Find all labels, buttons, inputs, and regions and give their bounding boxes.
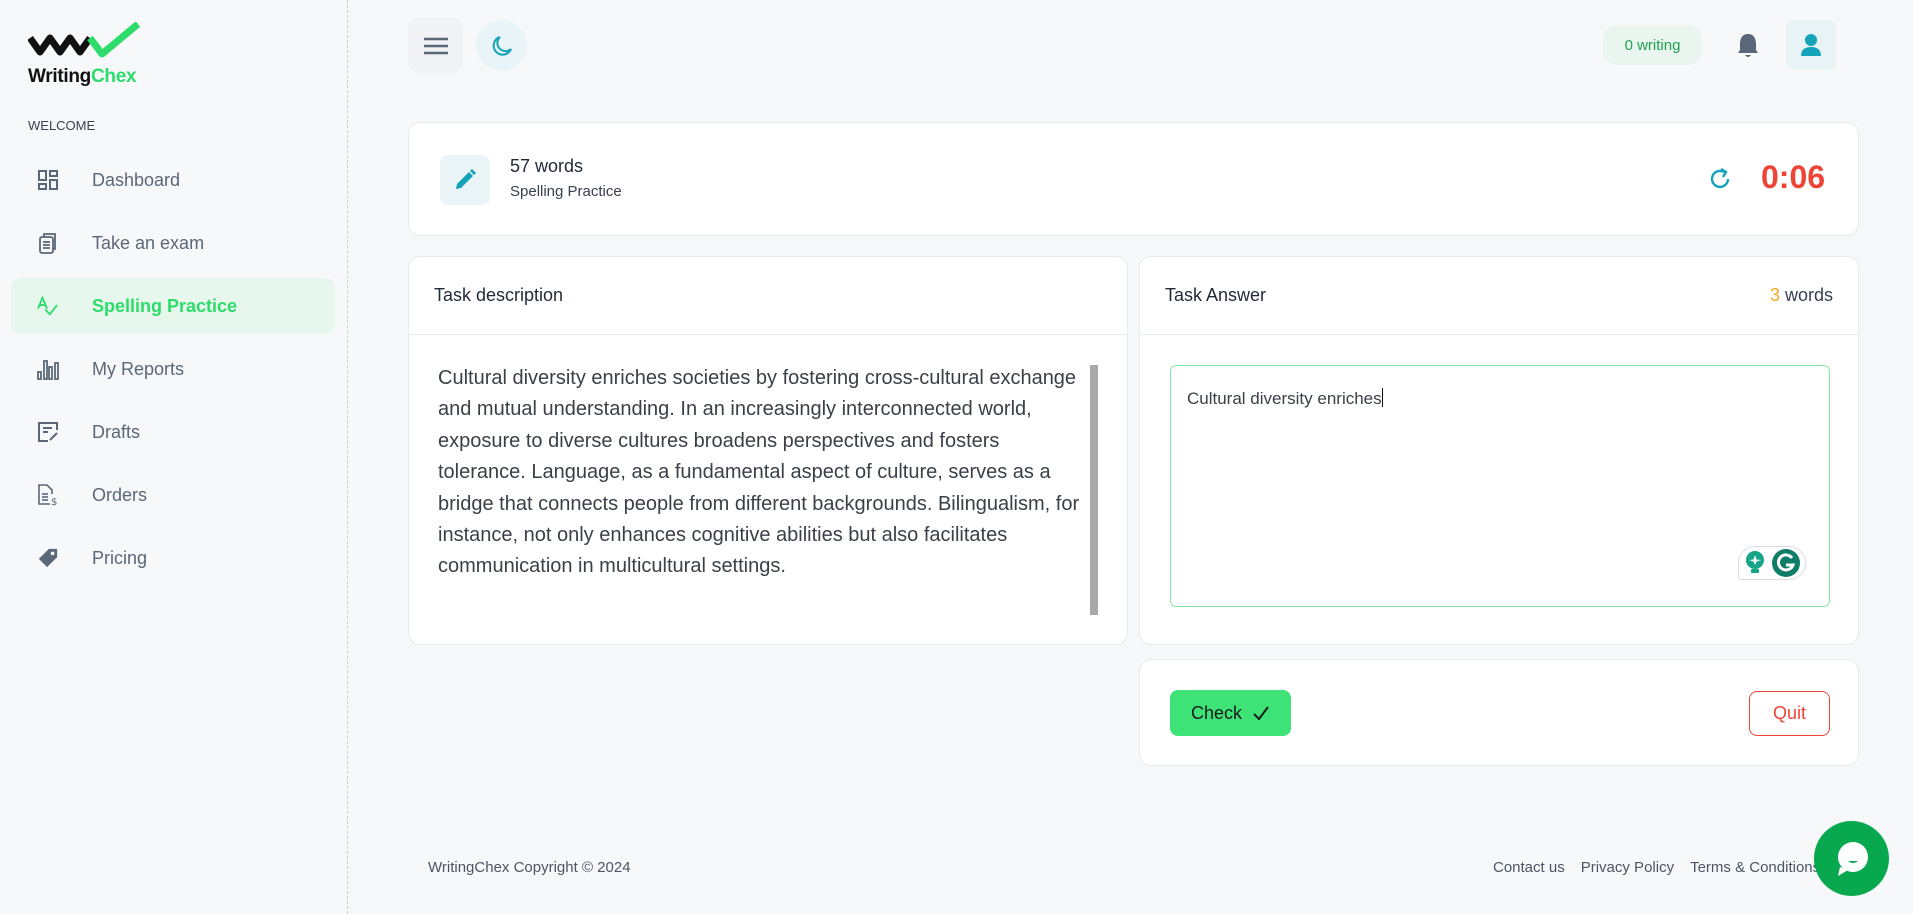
task-answer-title: Task Answer (1165, 285, 1267, 305)
spellcheck-icon (37, 295, 59, 317)
word-target: 57 words (510, 156, 584, 176)
check-button-label: Check (1190, 702, 1243, 723)
theme-toggle-button[interactable] (476, 20, 527, 71)
sidebar-nav: Dashboard Take an exam Spelling Practice… (11, 152, 335, 593)
menu-toggle-button[interactable] (408, 18, 463, 73)
sidebar-item-label: Dashboard (92, 169, 181, 190)
checkmark-icon (1253, 706, 1269, 721)
task-description-card: Task description Cultural diversity enri… (408, 256, 1128, 645)
pencil-icon (456, 169, 476, 189)
footer-link-contact[interactable]: Contact us (1493, 859, 1565, 876)
task-description-title: Task description (434, 285, 564, 305)
moon-icon (492, 35, 512, 56)
quit-button[interactable]: Quit (1749, 691, 1830, 736)
task-description-text: Cultural diversity enriches societies by… (438, 367, 1080, 578)
sidebar-item-pricing[interactable]: Pricing (11, 530, 335, 586)
bell-icon[interactable] (1735, 32, 1761, 60)
practice-info-card: 57 words Spelling Practice 0:06 (408, 122, 1859, 236)
footer-links: Contact us Privacy Policy Terms & Condit… (1493, 859, 1820, 876)
sidebar-section-label: WELCOME (28, 118, 96, 133)
check-button[interactable]: Check (1170, 690, 1291, 736)
answer-value: Cultural diversity enriches (1187, 389, 1382, 408)
grammarly-icon (1771, 549, 1800, 577)
task-answer-card: Task Answer 3 words Cultural diversity e… (1139, 256, 1859, 645)
sidebar-item-orders[interactable]: $ Orders (11, 467, 335, 523)
clipboard-icon (37, 232, 59, 254)
logo[interactable]: WritingChex (28, 22, 148, 92)
logo-mark-icon (28, 22, 141, 58)
tag-icon (37, 547, 59, 569)
practice-mode: Spelling Practice (510, 183, 622, 200)
answer-textarea[interactable]: Cultural diversity enriches (1170, 365, 1830, 607)
task-answer-header: Task Answer 3 words (1140, 257, 1858, 335)
footer-link-terms[interactable]: Terms & Conditions (1690, 859, 1820, 876)
refresh-icon[interactable] (1707, 166, 1733, 192)
sidebar-item-label: Orders (92, 484, 148, 505)
lightbulb-icon (1745, 551, 1764, 573)
sidebar-item-label: Drafts (92, 421, 141, 442)
bar-chart-icon (37, 358, 59, 380)
footer-link-privacy[interactable]: Privacy Policy (1581, 859, 1674, 876)
sidebar-item-label: Take an exam (92, 232, 205, 253)
sidebar-item-my-reports[interactable]: My Reports (11, 341, 335, 397)
sidebar-item-drafts[interactable]: Drafts (11, 404, 335, 460)
sidebar-item-spelling-practice[interactable]: Spelling Practice (11, 278, 335, 334)
dashboard-icon (37, 169, 59, 191)
sidebar-item-dashboard[interactable]: Dashboard (11, 152, 335, 208)
answer-word-count: 3 words (1770, 285, 1833, 306)
grammarly-widget[interactable] (1738, 546, 1806, 580)
timer: 0:06 (1761, 159, 1826, 195)
user-icon (1801, 34, 1821, 56)
actions-card: Check Quit (1139, 659, 1859, 766)
sidebar-item-label: Pricing (92, 547, 148, 568)
writing-count-badge[interactable]: 0 writing (1603, 25, 1702, 65)
sidebar: WritingChex WELCOME Dashboard Take an ex… (0, 0, 348, 914)
logo-text: WritingChex (28, 66, 137, 87)
invoice-icon: $ (37, 484, 59, 506)
sidebar-item-label: My Reports (92, 358, 185, 379)
edit-document-icon (37, 421, 59, 443)
sidebar-item-label: Spelling Practice (92, 295, 238, 316)
chat-widget-button[interactable] (1814, 821, 1889, 896)
hamburger-icon (423, 37, 448, 54)
copyright: WritingChex Copyright © 2024 (428, 859, 631, 876)
word-count-label: words (1779, 285, 1833, 305)
text-caret (1381, 388, 1383, 407)
task-description-header: Task description (409, 257, 1127, 335)
pencil-badge (440, 155, 490, 205)
description-scrollbar[interactable] (1090, 365, 1098, 615)
chat-bubble-icon (1837, 841, 1868, 876)
svg-text:$: $ (51, 497, 57, 506)
answer-text: Cultural diversity enriches (1187, 388, 1383, 409)
sidebar-item-take-an-exam[interactable]: Take an exam (11, 215, 335, 271)
word-count-number: 3 (1769, 285, 1780, 305)
user-profile-button[interactable] (1786, 20, 1836, 70)
